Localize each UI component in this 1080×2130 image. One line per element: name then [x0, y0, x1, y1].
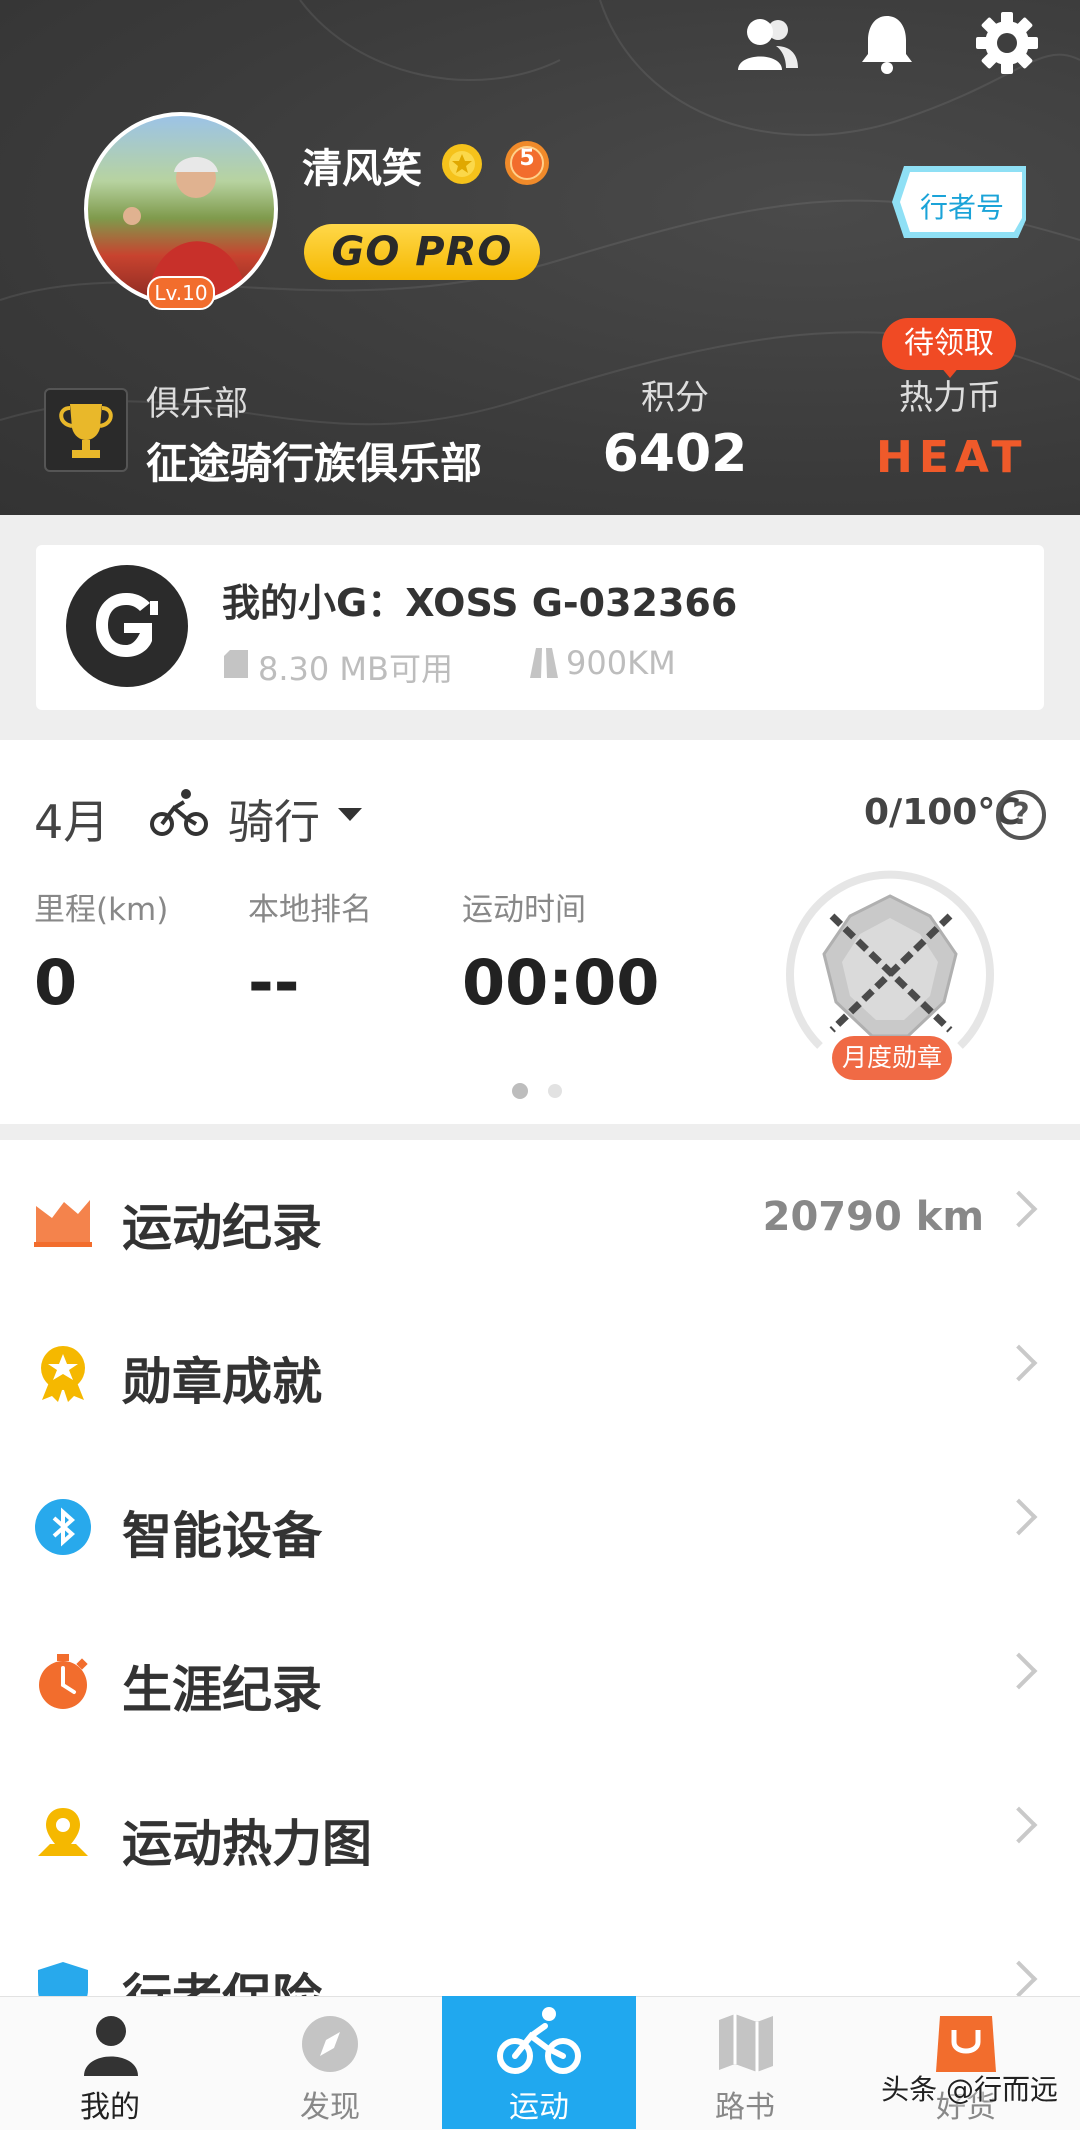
- nav-item-mine[interactable]: 我的: [10, 1996, 210, 2129]
- bike-icon: [497, 2007, 581, 2074]
- menu-label: 运动纪录: [122, 1199, 322, 1257]
- device-storage: 8.30 MB可用: [258, 650, 453, 688]
- heat-claim-badge[interactable]: 待领取: [882, 318, 1016, 370]
- chevron-right-icon: [1000, 1498, 1038, 1536]
- gear-icon[interactable]: [972, 8, 1042, 78]
- club-logo[interactable]: [44, 388, 128, 472]
- menu-label: 生涯纪录: [122, 1661, 322, 1719]
- person-icon: [84, 2016, 138, 2076]
- road-icon: [530, 648, 558, 678]
- xoss-g-logo: [66, 565, 188, 687]
- device-title[interactable]: 我的小G：XOSS G-032366: [222, 572, 737, 627]
- points-label: 积分: [641, 378, 709, 418]
- rank-value: --: [248, 946, 300, 1019]
- chevron-right-icon: [1000, 1344, 1038, 1382]
- menu-item-smart-devices[interactable]: 智能设备: [0, 1448, 1080, 1602]
- watermark: 头条 @行而远: [881, 2073, 1058, 2106]
- mileage-value: 0: [34, 946, 78, 1019]
- time-label: 运动时间: [462, 892, 586, 928]
- avatar-photo: [123, 157, 248, 302]
- sport-type-selector[interactable]: 骑行: [228, 786, 320, 852]
- month-selector[interactable]: 4月: [34, 786, 109, 852]
- gold-medal-icon[interactable]: [438, 140, 486, 188]
- medal-icon: [41, 1346, 85, 1402]
- trophy-icon: [59, 404, 113, 458]
- nav-label: 运动: [509, 2090, 569, 2125]
- monthly-medal-label: 月度勋章: [832, 1036, 952, 1080]
- compass-icon: [302, 2016, 358, 2072]
- chevron-right-icon: [1000, 1806, 1038, 1844]
- points-value[interactable]: 6402: [598, 424, 752, 484]
- nav-item-routebook[interactable]: 路书: [645, 1996, 845, 2129]
- map-pin-icon: [38, 1808, 88, 1856]
- nav-label: 发现: [300, 2090, 360, 2125]
- section-divider: [0, 1124, 1080, 1140]
- heat-logo[interactable]: HEAT: [876, 432, 1028, 483]
- help-icon[interactable]: ?: [996, 790, 1046, 840]
- chevron-right-icon: [1000, 1960, 1038, 1998]
- shop-bag-icon: [936, 2016, 996, 2072]
- menu-item-medals[interactable]: 勋章成就: [0, 1294, 1080, 1448]
- username: 清风笑: [302, 146, 422, 192]
- mileage-label: 里程(km): [34, 892, 169, 928]
- friends-icon[interactable]: [732, 8, 802, 78]
- menu-item-career-records[interactable]: 生涯纪录: [0, 1602, 1080, 1756]
- device-range: 900KM: [566, 644, 676, 682]
- menu-label: 勋章成就: [122, 1353, 322, 1411]
- go-pro-button[interactable]: GO PRO: [304, 224, 540, 280]
- club-label: 俱乐部: [146, 384, 248, 424]
- map-icon: [719, 2014, 773, 2072]
- chevron-right-icon: [1000, 1652, 1038, 1690]
- chevron-right-icon: [1000, 1190, 1038, 1228]
- bike-small-icon: [150, 789, 208, 836]
- chart-icon: [34, 1200, 92, 1247]
- rank-label: 本地排名: [248, 892, 372, 928]
- page-dot[interactable]: [548, 1084, 562, 1098]
- page-dot-active[interactable]: [512, 1083, 528, 1099]
- level-badge: Lv.10: [147, 276, 215, 310]
- nav-item-sport[interactable]: 运动: [439, 1996, 639, 2129]
- total-distance: 20790 km: [762, 1194, 984, 1240]
- sd-card-icon: [224, 650, 248, 678]
- g-logo-icon: [96, 593, 158, 657]
- nav-label: 路书: [715, 2090, 775, 2125]
- menu-label: 智能设备: [122, 1507, 322, 1565]
- nav-label: 我的: [80, 2090, 140, 2125]
- nav-item-discover[interactable]: 发现: [230, 1996, 430, 2129]
- bluetooth-icon: [35, 1499, 91, 1555]
- menu-item-sport-records[interactable]: 运动纪录 20790 km: [0, 1140, 1080, 1294]
- stopwatch-icon: [39, 1654, 88, 1709]
- dropdown-arrow-icon[interactable]: [338, 808, 362, 821]
- club-name[interactable]: 征途骑行族俱乐部: [146, 430, 482, 491]
- rank-badge-number: 5: [519, 146, 535, 171]
- menu-label: 运动热力图: [122, 1815, 372, 1873]
- xingzhe-tag-label[interactable]: 行者号: [900, 186, 1024, 226]
- nav-item-shop[interactable]: 好货: [866, 1996, 1066, 2129]
- time-value: 00:00: [462, 946, 660, 1019]
- bell-icon[interactable]: [852, 8, 922, 78]
- menu-item-heatmap[interactable]: 运动热力图: [0, 1756, 1080, 1910]
- heat-label: 热力币: [899, 378, 1001, 418]
